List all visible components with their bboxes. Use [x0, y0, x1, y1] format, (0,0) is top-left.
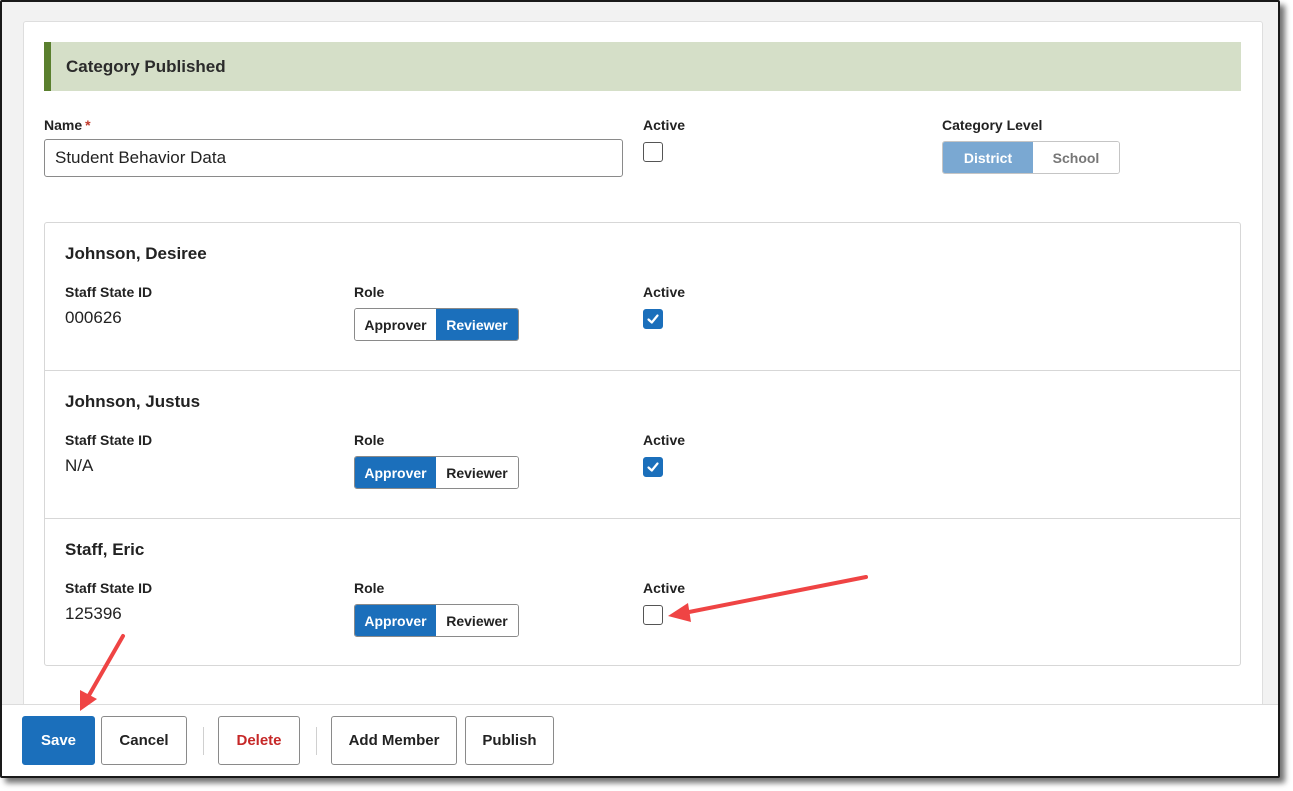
checkmark-icon [647, 462, 659, 472]
active-checkbox[interactable] [643, 142, 663, 162]
role-approver[interactable]: Approver [355, 605, 436, 636]
members-list: Johnson, Desiree Staff State ID 000626 R… [44, 222, 1241, 666]
role-toggle: Approver Reviewer [354, 308, 519, 341]
member-active-label: Active [643, 432, 686, 448]
section-title: Category Published [66, 56, 226, 76]
member-card: Staff, Eric Staff State ID 125396 Role A… [45, 519, 1240, 667]
category-level-label: Category Level [942, 117, 1043, 133]
role-reviewer[interactable]: Reviewer [436, 309, 518, 340]
category-level-district[interactable]: District [943, 142, 1033, 173]
active-label: Active [643, 117, 686, 133]
publish-button[interactable]: Publish [465, 716, 554, 765]
role-label: Role [354, 580, 385, 596]
role-approver[interactable]: Approver [355, 457, 436, 488]
category-level-school[interactable]: School [1033, 142, 1119, 173]
member-active-label: Active [643, 284, 686, 300]
role-approver[interactable]: Approver [355, 309, 436, 340]
checkmark-icon [647, 314, 659, 324]
save-button[interactable]: Save [22, 716, 95, 765]
name-label: Name * [44, 117, 91, 133]
staff-state-id-label: Staff State ID [65, 432, 153, 448]
category-level-toggle: District School [942, 141, 1120, 174]
app-window: Category Published Name* Active Category… [0, 0, 1280, 778]
delete-button[interactable]: Delete [218, 716, 300, 765]
toolbar-divider [316, 727, 317, 755]
member-active-checkbox[interactable] [643, 457, 663, 477]
member-active-checkbox[interactable] [643, 605, 663, 625]
cancel-button[interactable]: Cancel [101, 716, 187, 765]
name-label-text: Name [44, 117, 83, 133]
category-panel: Category Published Name* Active Category… [23, 21, 1263, 723]
role-reviewer[interactable]: Reviewer [436, 605, 518, 636]
role-reviewer[interactable]: Reviewer [436, 457, 518, 488]
role-toggle: Approver Reviewer [354, 456, 519, 489]
member-name: Staff, Eric [65, 540, 145, 559]
add-member-button[interactable]: Add Member [331, 716, 457, 765]
member-active-label: Active [643, 580, 686, 596]
section-header: Category Published [44, 42, 1241, 91]
member-card: Johnson, Desiree Staff State ID 000626 R… [45, 223, 1240, 371]
role-label: Role [354, 432, 385, 448]
staff-state-id-value: 000626 [65, 308, 122, 327]
role-label: Role [354, 284, 385, 300]
role-toggle: Approver Reviewer [354, 604, 519, 637]
staff-state-id-label: Staff State ID [65, 284, 153, 300]
required-mark: * [85, 117, 91, 133]
member-card: Johnson, Justus Staff State ID N/A Role … [45, 371, 1240, 519]
staff-state-id-value: N/A [65, 456, 94, 475]
member-active-checkbox[interactable] [643, 309, 663, 329]
member-name: Johnson, Desiree [65, 244, 207, 263]
action-bar: Save Cancel Delete Add Member Publish [2, 704, 1278, 776]
name-input[interactable] [44, 139, 623, 177]
toolbar-divider [203, 727, 204, 755]
member-name: Johnson, Justus [65, 392, 201, 411]
staff-state-id-value: 125396 [65, 604, 122, 623]
staff-state-id-label: Staff State ID [65, 580, 153, 596]
